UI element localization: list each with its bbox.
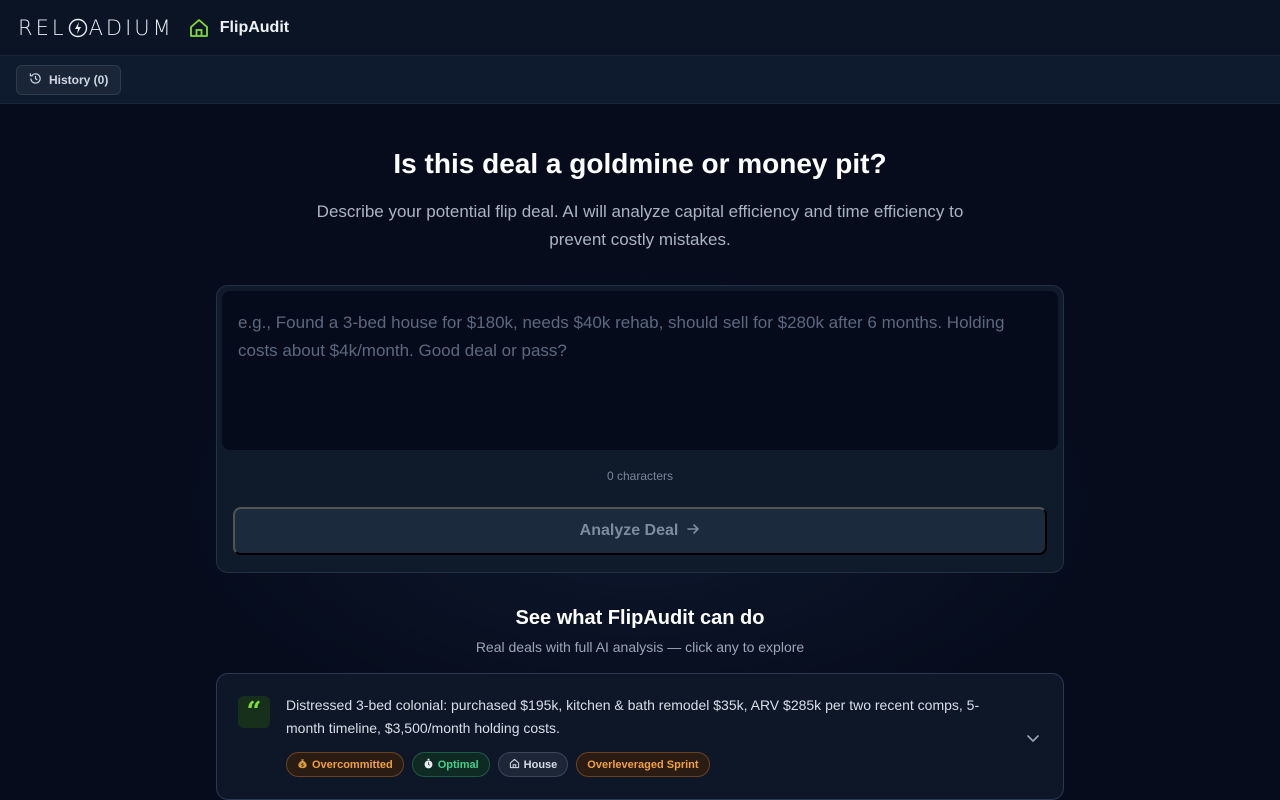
tag-label: House (523, 758, 558, 771)
bolt-o-icon (68, 18, 88, 38)
money-bag-icon: $ (297, 758, 308, 772)
history-label: History (0) (49, 72, 109, 87)
tag-house: House (497, 752, 569, 777)
history-icon (29, 72, 42, 88)
brand-text-left: REL (18, 15, 67, 40)
examples-title: See what FlipAudit can do (515, 607, 765, 629)
tag-overleveraged-sprint: Overleveraged Sprint (576, 752, 710, 777)
example-deal-text: Distressed 3-bed colonial: purchased $19… (286, 697, 980, 736)
home-icon (509, 758, 520, 772)
tag-label: Overcommitted (312, 758, 393, 771)
quote-icon: “ (238, 696, 270, 728)
toolbar: History (0) (0, 56, 1280, 104)
tag-overcommitted: $ Overcommitted (286, 752, 404, 777)
example-tags: $ Overcommitted Optimal House Overlevera… (286, 752, 710, 777)
example-deal-card[interactable]: “ Distressed 3-bed colonial: purchased $… (216, 673, 1064, 800)
analyze-deal-button[interactable]: Analyze Deal (233, 507, 1047, 555)
tag-label: Optimal (437, 758, 479, 771)
app-name: FlipAudit (219, 18, 290, 36)
page-subtitle: Describe your potential flip deal. AI wi… (316, 202, 964, 249)
deal-description-input[interactable] (222, 291, 1058, 450)
analyze-deal-label: Analyze Deal (579, 522, 679, 539)
reloadium-logo[interactable]: REL ADIUM (18, 16, 174, 40)
stopwatch-icon (423, 758, 434, 772)
brand-text-right: ADIUM (88, 15, 174, 40)
home-icon (188, 17, 210, 39)
tag-optimal: Optimal (411, 752, 490, 777)
top-bar: REL ADIUM FlipAudit (0, 0, 1280, 56)
character-count: 0 characters (606, 469, 674, 483)
tag-label: Overleveraged Sprint (587, 758, 699, 771)
arrow-right-icon (686, 522, 700, 541)
svg-text:$: $ (301, 762, 304, 768)
page-title: Is this deal a goldmine or money pit? (393, 148, 887, 179)
chevron-down-icon[interactable] (1025, 730, 1041, 746)
history-button[interactable]: History (0) (16, 64, 122, 95)
deal-input-card: 0 characters Analyze Deal (216, 285, 1064, 573)
examples-subtitle: Real deals with full AI analysis — click… (475, 639, 805, 655)
